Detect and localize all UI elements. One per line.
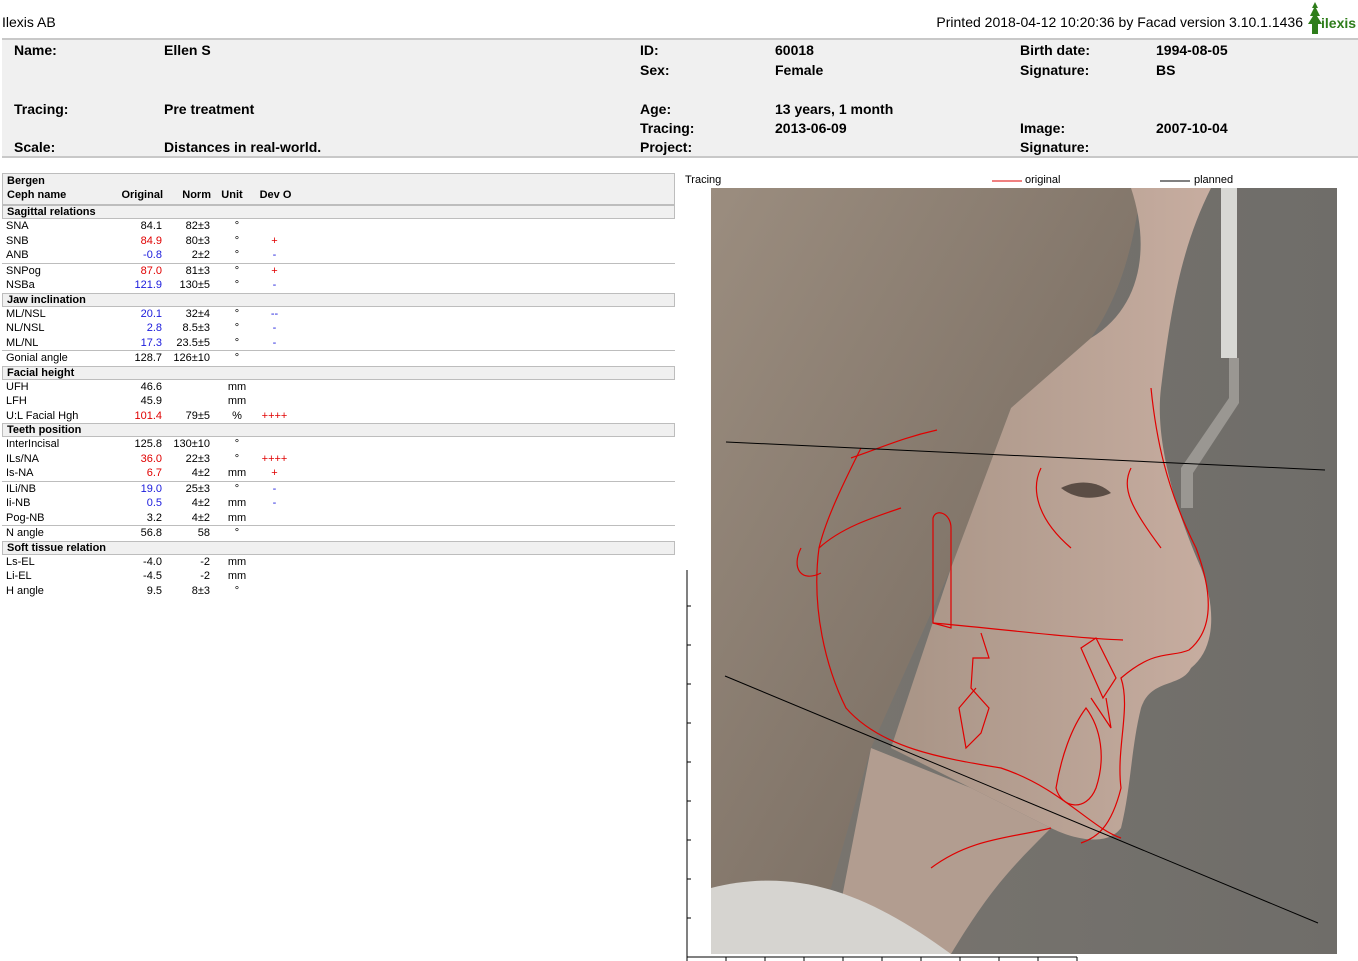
- profile-image: [711, 188, 1337, 954]
- cephalometric-photo: [711, 188, 1337, 954]
